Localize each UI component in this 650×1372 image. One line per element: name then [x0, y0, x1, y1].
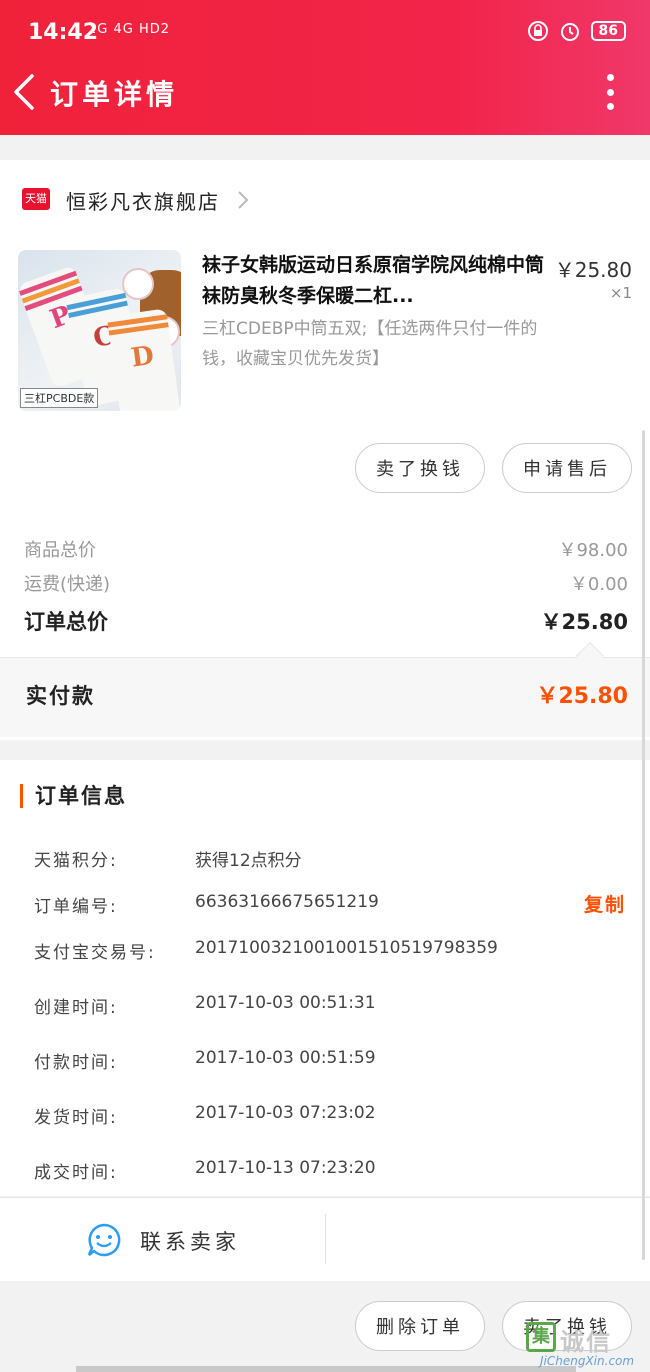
- chat-smile-icon[interactable]: [86, 1222, 122, 1258]
- goods-total-row: 商品总价 ￥98.00: [24, 536, 628, 562]
- product-quantity: ×1: [609, 284, 632, 302]
- order-total-row: 订单总价 ￥25.80: [24, 606, 628, 636]
- watermark-text: 诚信: [560, 1328, 612, 1356]
- info-label: 支付宝交易号:: [34, 943, 156, 963]
- sell-for-cash-button[interactable]: 卖了换钱: [355, 443, 485, 493]
- info-value: 获得12点积分: [195, 851, 302, 871]
- shipping-row: 运费(快递) ￥0.00: [24, 570, 628, 596]
- alarm-clock-icon: [560, 23, 579, 41]
- thumb-tag: 三杠PCBDE款: [20, 388, 99, 408]
- watermark-url: JiChengXin.com: [540, 1354, 635, 1368]
- info-value: 2017-10-03 00:51:59: [195, 1048, 376, 1068]
- contact-seller-button[interactable]: 联系卖家: [140, 1226, 240, 1256]
- tmall-badge: 天猫: [22, 188, 50, 210]
- shop-name[interactable]: 恒彩凡衣旗舰店: [66, 186, 220, 215]
- vertical-dots-icon[interactable]: [600, 74, 620, 110]
- info-value: 2017-10-03 00:51:31: [195, 993, 376, 1013]
- paid-label: 实付款: [26, 684, 95, 708]
- baseball-graphic: [122, 268, 154, 300]
- goods-total-value: ￥98.00: [558, 540, 628, 561]
- info-label: 创建时间:: [34, 998, 118, 1018]
- rotation-lock-icon: [527, 21, 548, 41]
- order-info-card: [0, 760, 650, 1196]
- top-bar: 14:42 2G 4G HD2 86 订单详情: [0, 0, 650, 135]
- watermark-box: 集: [526, 1322, 556, 1352]
- thumb-letter: D: [129, 340, 156, 374]
- delete-order-button[interactable]: 删除订单: [355, 1301, 485, 1351]
- home-indicator: [76, 1366, 576, 1372]
- order-number: 66363166675651219: [195, 892, 379, 912]
- info-label: 成交时间:: [34, 1163, 118, 1183]
- chevron-right-icon[interactable]: [236, 190, 250, 210]
- info-value: 2017-10-13 07:23:20: [195, 1158, 376, 1178]
- product-sku: 三杠CDEBP中筒五双;【任选两件只付一件的钱，收藏宝贝优先发货】: [202, 319, 538, 369]
- product-price: ￥25.80: [554, 258, 632, 282]
- info-label: 天猫积分:: [34, 851, 118, 871]
- info-label: 订单编号:: [34, 897, 118, 917]
- battery-indicator: 86: [590, 21, 626, 41]
- signal-indicator: 2G 4G HD2: [88, 22, 171, 37]
- status-right: 86: [527, 20, 626, 42]
- product-thumbnail[interactable]: P C D: [18, 250, 181, 411]
- scrollbar[interactable]: [642, 430, 645, 1260]
- order-total-value: ￥25.80: [540, 610, 628, 634]
- info-label: 发货时间:: [34, 1108, 118, 1128]
- product-title[interactable]: 袜子女韩版运动日系原宿学院风纯棉中筒袜防臭秋冬季保暖二杠...: [202, 250, 547, 312]
- info-label: 付款时间:: [34, 1053, 118, 1073]
- order-info-heading: 订单信息: [20, 784, 127, 808]
- watermark-logo: 集 诚信 JiChengXin.com: [526, 1318, 644, 1370]
- info-value: 2017-10-03 07:23:02: [195, 1103, 376, 1123]
- order-total-label: 订单总价: [24, 610, 108, 634]
- chevron-left-icon[interactable]: [10, 72, 40, 112]
- after-sale-button[interactable]: 申请售后: [502, 443, 632, 493]
- info-value: 2017100321001001510519798359: [195, 938, 498, 958]
- paid-value: ￥25.80: [536, 684, 628, 709]
- page-title: 订单详情: [50, 78, 179, 111]
- copy-button[interactable]: 复制: [584, 890, 626, 917]
- shipping-value: ￥0.00: [569, 574, 628, 595]
- status-bar: 14:42 2G 4G HD2 86: [0, 0, 650, 66]
- goods-total-label: 商品总价: [24, 540, 96, 561]
- divider: [325, 1214, 326, 1264]
- shipping-label: 运费(快递): [24, 574, 111, 595]
